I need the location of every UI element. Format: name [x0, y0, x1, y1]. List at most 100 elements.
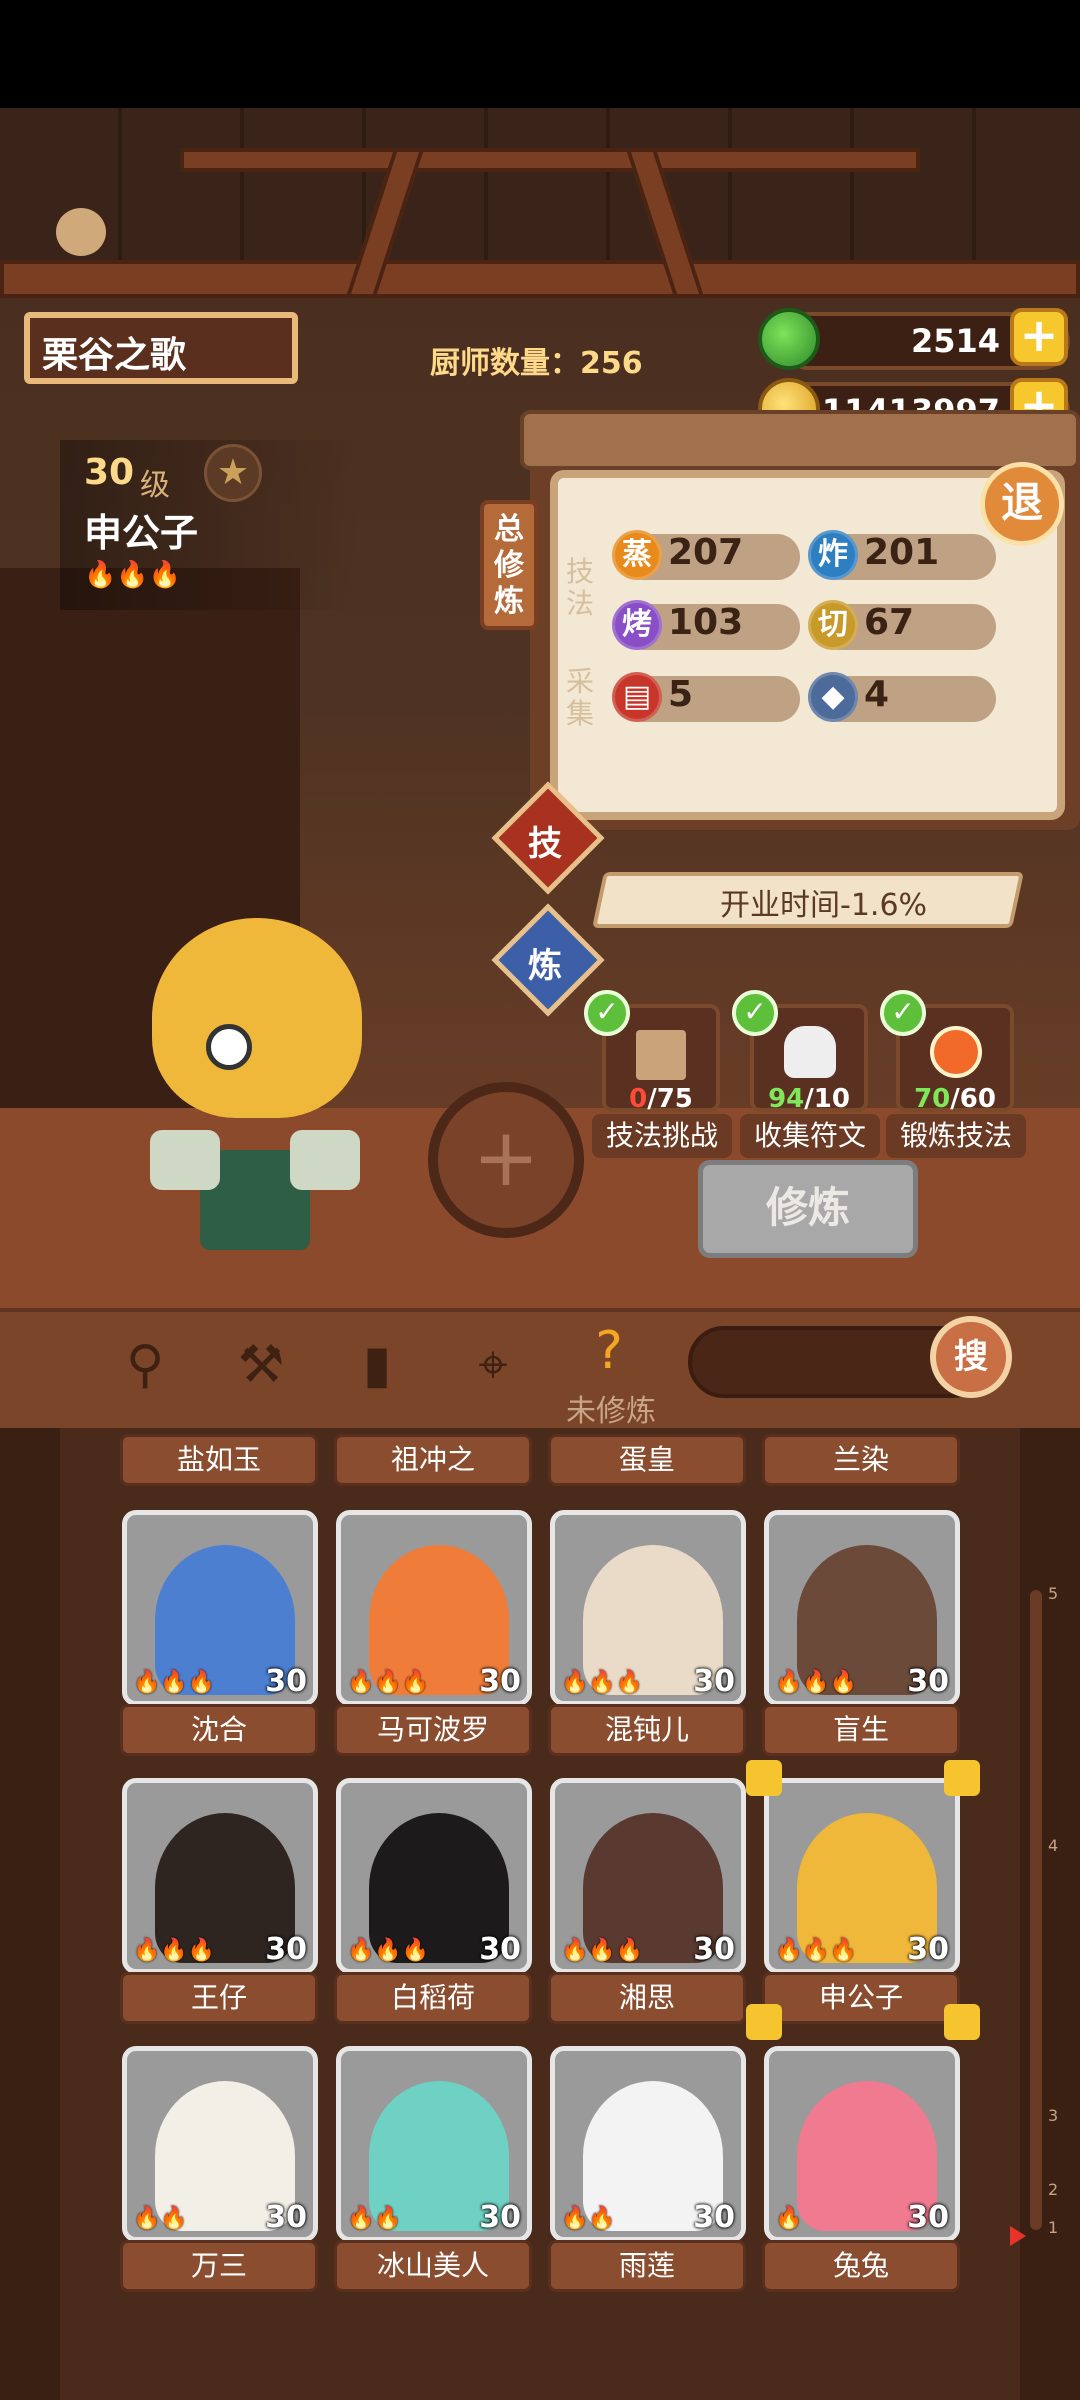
- alarm-clock-icon: [930, 1026, 982, 1078]
- fish-value: 4: [864, 674, 890, 715]
- chef-card-level: 30: [479, 2200, 521, 2235]
- jade-icon: [758, 308, 820, 370]
- flame-icons: 🔥🔥🔥: [775, 1938, 858, 1963]
- steam-value: 207: [668, 532, 744, 573]
- chef-card-level: 30: [693, 1932, 735, 1967]
- flame-icons: 🔥🔥🔥: [133, 1938, 216, 1963]
- total-training-tag: 总修炼: [480, 500, 538, 630]
- chef-card[interactable]: 🔥🔥 30: [122, 2046, 318, 2242]
- fish-icon: ◆: [808, 672, 858, 722]
- status-bar: [0, 0, 1080, 108]
- roast-value: 103: [668, 602, 744, 643]
- chef-card[interactable]: 🔥🔥🔥 30: [336, 1510, 532, 1706]
- chef-card-name: 盲生: [762, 1704, 960, 1756]
- exit-button[interactable]: 退: [980, 462, 1064, 546]
- check-icon: ✓: [584, 990, 630, 1036]
- flame-icons: 🔥🔥🔥: [561, 1670, 644, 1695]
- restaurant-name-box[interactable]: 栗谷之歌: [24, 312, 298, 384]
- box-icon: [636, 1030, 686, 1080]
- chef-card-name: 白稻荷: [334, 1972, 532, 2024]
- chick-icon: [56, 208, 106, 256]
- skill-tab-label: 技: [528, 824, 562, 864]
- roof-truss: [180, 148, 920, 172]
- task-progress: 0/75: [629, 1084, 693, 1114]
- monocle-icon: [206, 1024, 252, 1070]
- chef-name-tab[interactable]: 盐如玉: [120, 1434, 318, 1486]
- chef-card-name: 湘思: [548, 1972, 746, 2024]
- rune-icon: [784, 1026, 836, 1078]
- chef-card-name: 混钝儿: [548, 1704, 746, 1756]
- chef-card-level: 30: [907, 1664, 949, 1699]
- scroll-mark: 4: [1048, 1836, 1059, 1855]
- chef-card[interactable]: 🔥🔥🔥 30: [764, 1510, 960, 1706]
- jade-amount: 2514: [910, 322, 1000, 360]
- add-jade-button[interactable]: +: [1010, 308, 1068, 366]
- refine-tab-label: 炼: [528, 946, 562, 986]
- question-box-icon[interactable]: ?: [574, 1316, 644, 1386]
- chef-card[interactable]: 🔥🔥 30: [336, 2046, 532, 2242]
- flame-icons: 🔥🔥: [347, 2206, 402, 2231]
- chef-card[interactable]: 🔥 30: [764, 2046, 960, 2242]
- level-scrollbar[interactable]: [1030, 1590, 1042, 2230]
- chef-card-name: 马可波罗: [334, 1704, 532, 1756]
- train-button[interactable]: 修炼: [698, 1160, 918, 1258]
- spatula-icon[interactable]: ⚲: [110, 1330, 180, 1400]
- scroll-mark: 1: [1048, 2218, 1059, 2237]
- skill-challenge-label: 技法挑战: [592, 1114, 732, 1158]
- task-progress: 70/60: [914, 1084, 996, 1114]
- forge-skill-label: 锻炼技法: [886, 1114, 1026, 1158]
- chef-card-level: 30: [479, 1932, 521, 1967]
- chef-flames: 🔥🔥🔥: [84, 560, 182, 590]
- chef-card-name: 王仔: [120, 1972, 318, 2024]
- chef-card-level: 30: [265, 2200, 307, 2235]
- scroll-mark: 5: [1048, 1584, 1059, 1603]
- shovel-icon[interactable]: ⚒: [226, 1330, 296, 1400]
- chef-count-label: 厨师数量：256: [430, 346, 643, 381]
- task-progress: 94/10: [768, 1084, 850, 1114]
- flame-icons: 🔥🔥: [133, 2206, 188, 2231]
- roast-icon: 烤: [612, 600, 662, 650]
- cut-icon: 切: [808, 600, 858, 650]
- flame-icons: 🔥: [775, 2206, 803, 2231]
- chef-card-level: 30: [265, 1932, 307, 1967]
- selection-corner: [746, 2004, 782, 2040]
- chef-card[interactable]: 🔥🔥 30: [550, 2046, 746, 2242]
- chef-card[interactable]: 🔥🔥🔥 30: [550, 1510, 746, 1706]
- roof-beam: [0, 260, 1080, 298]
- chef-card[interactable]: 🔥🔥🔥 30: [122, 1510, 318, 1706]
- chef-card-level: 30: [479, 1664, 521, 1699]
- gather-section-label: 采集: [565, 665, 594, 730]
- selection-corner: [746, 1760, 782, 1796]
- chef-card-name: 雨莲: [548, 2240, 746, 2292]
- chef-card[interactable]: 🔥🔥🔥 30: [550, 1778, 746, 1974]
- chef-card-name: 万三: [120, 2240, 318, 2292]
- chef-card-selected[interactable]: 🔥🔥🔥 30: [764, 1778, 960, 1974]
- scroll-mark: 3: [1048, 2106, 1059, 2125]
- chef-name-tab[interactable]: 祖冲之: [334, 1434, 532, 1486]
- add-chef-button[interactable]: +: [428, 1082, 584, 1238]
- steam-icon: 蒸: [612, 530, 662, 580]
- collect-rune-label: 收集符文: [740, 1114, 880, 1158]
- chef-level-unit: 级: [140, 468, 170, 503]
- selection-corner: [944, 1760, 980, 1796]
- location-pin-icon[interactable]: ⌖: [458, 1330, 528, 1400]
- chef-card[interactable]: 🔥🔥🔥 30: [122, 1778, 318, 1974]
- cut-value: 67: [864, 602, 915, 643]
- chef-card-name: 沈合: [120, 1704, 318, 1756]
- chef-card-level: 30: [907, 2200, 949, 2235]
- search-button[interactable]: 搜: [930, 1316, 1012, 1398]
- chef-level: 30: [84, 452, 135, 493]
- jar-icon[interactable]: ▮: [342, 1330, 412, 1400]
- flame-icons: 🔥🔥🔥: [347, 1670, 430, 1695]
- star-icon[interactable]: ★: [204, 444, 262, 502]
- chef-sleeve: [150, 1130, 220, 1190]
- chef-card-name: 冰山美人: [334, 2240, 532, 2292]
- skill-section-label: 技法: [565, 555, 594, 620]
- chef-name-tab[interactable]: 蛋皇: [548, 1434, 746, 1486]
- chef-card[interactable]: 🔥🔥🔥 30: [336, 1778, 532, 1974]
- fry-icon: 炸: [808, 530, 858, 580]
- chef-name-tab[interactable]: 兰染: [762, 1434, 960, 1486]
- unfinished-filter-label: 未修炼: [566, 1394, 656, 1429]
- chef-card-level: 30: [907, 1932, 949, 1967]
- flame-icons: 🔥🔥: [561, 2206, 616, 2231]
